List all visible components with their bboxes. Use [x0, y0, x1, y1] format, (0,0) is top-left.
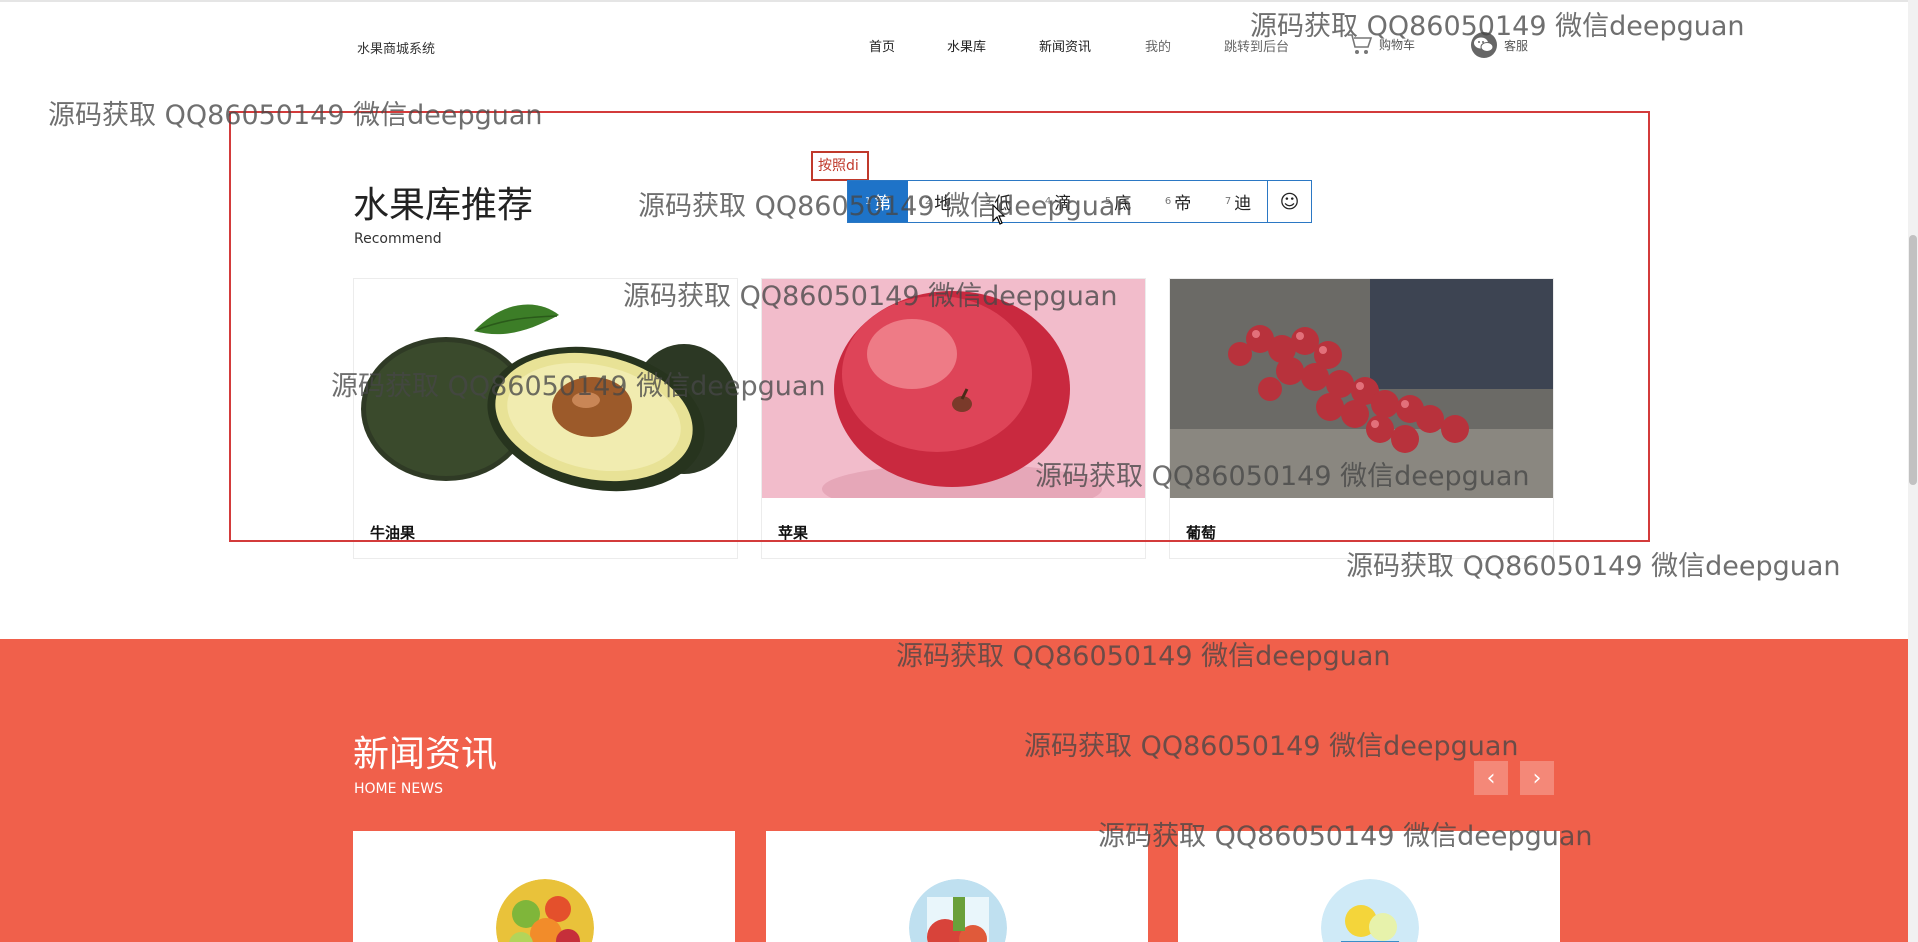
news-subtitle: HOME NEWS	[354, 781, 443, 797]
nav-fruit-library[interactable]: 水果库	[947, 36, 986, 55]
cart-label: 购物车	[1379, 37, 1416, 52]
recommend-subtitle: Recommend	[354, 231, 442, 247]
apple-image	[762, 279, 1145, 498]
fruit-name: 苹果	[778, 524, 809, 542]
fruit-name: 葡萄	[1186, 524, 1217, 542]
news-title: 新闻资讯	[353, 734, 498, 775]
customer-service-link[interactable]: 客服	[1470, 32, 1528, 58]
news-thumbnail	[496, 879, 594, 942]
chevron-right-icon: ›	[1532, 765, 1542, 791]
ime-composition: 按照di	[811, 151, 869, 181]
nav-admin[interactable]: 跳转到后台	[1224, 36, 1289, 55]
ime-candidate-bar: 1第 2地 3低 4滴 5底 6帝 7迪 ☺	[847, 180, 1312, 223]
ime-candidate[interactable]: 4滴	[1028, 181, 1088, 222]
cart-link[interactable]: 购物车	[1347, 32, 1415, 56]
ime-candidate[interactable]: 2地	[908, 181, 968, 222]
fruit-card-avocado[interactable]: 牛油果	[353, 278, 738, 559]
news-thumbnail	[909, 879, 1007, 942]
fruit-card-grape[interactable]: 葡萄	[1169, 278, 1554, 559]
ime-candidate[interactable]: 1第	[848, 181, 908, 222]
service-label: 客服	[1504, 38, 1529, 53]
scrollbar-thumb[interactable]	[1909, 235, 1917, 485]
mouse-cursor-icon	[992, 204, 1006, 225]
news-card[interactable]	[353, 831, 735, 942]
news-prev-button[interactable]: ‹	[1474, 761, 1508, 795]
news-next-button[interactable]: ›	[1520, 761, 1554, 795]
chevron-left-icon: ‹	[1486, 765, 1496, 791]
watermark-text: 源码获取 QQ86050149 微信deepguan	[48, 100, 543, 131]
top-navbar: 水果商城系统 首页 水果库 新闻资讯 我的 跳转到后台 购物车 客服	[0, 0, 1908, 90]
fruit-name: 牛油果	[370, 524, 416, 542]
nav-news[interactable]: 新闻资讯	[1039, 36, 1091, 55]
ime-candidate[interactable]: 7迪	[1208, 181, 1268, 222]
grape-image	[1170, 279, 1553, 498]
smiley-icon[interactable]: ☺	[1267, 181, 1311, 222]
site-logo[interactable]: 水果商城系统	[357, 38, 435, 57]
news-card[interactable]	[766, 831, 1148, 942]
ime-candidate[interactable]: 6帝	[1148, 181, 1208, 222]
fruit-card-apple[interactable]: 苹果	[761, 278, 1146, 559]
page-scrollbar[interactable]	[1908, 0, 1918, 942]
news-thumbnail	[1321, 879, 1419, 942]
recommend-title: 水果库推荐	[353, 185, 534, 226]
nav-mine[interactable]: 我的	[1145, 36, 1171, 55]
wechat-icon	[1471, 32, 1497, 58]
nav-home[interactable]: 首页	[869, 36, 895, 55]
news-card[interactable]	[1178, 831, 1560, 942]
ime-candidate[interactable]: 5底	[1088, 181, 1148, 222]
cart-icon	[1348, 34, 1373, 54]
avocado-image	[354, 279, 737, 498]
